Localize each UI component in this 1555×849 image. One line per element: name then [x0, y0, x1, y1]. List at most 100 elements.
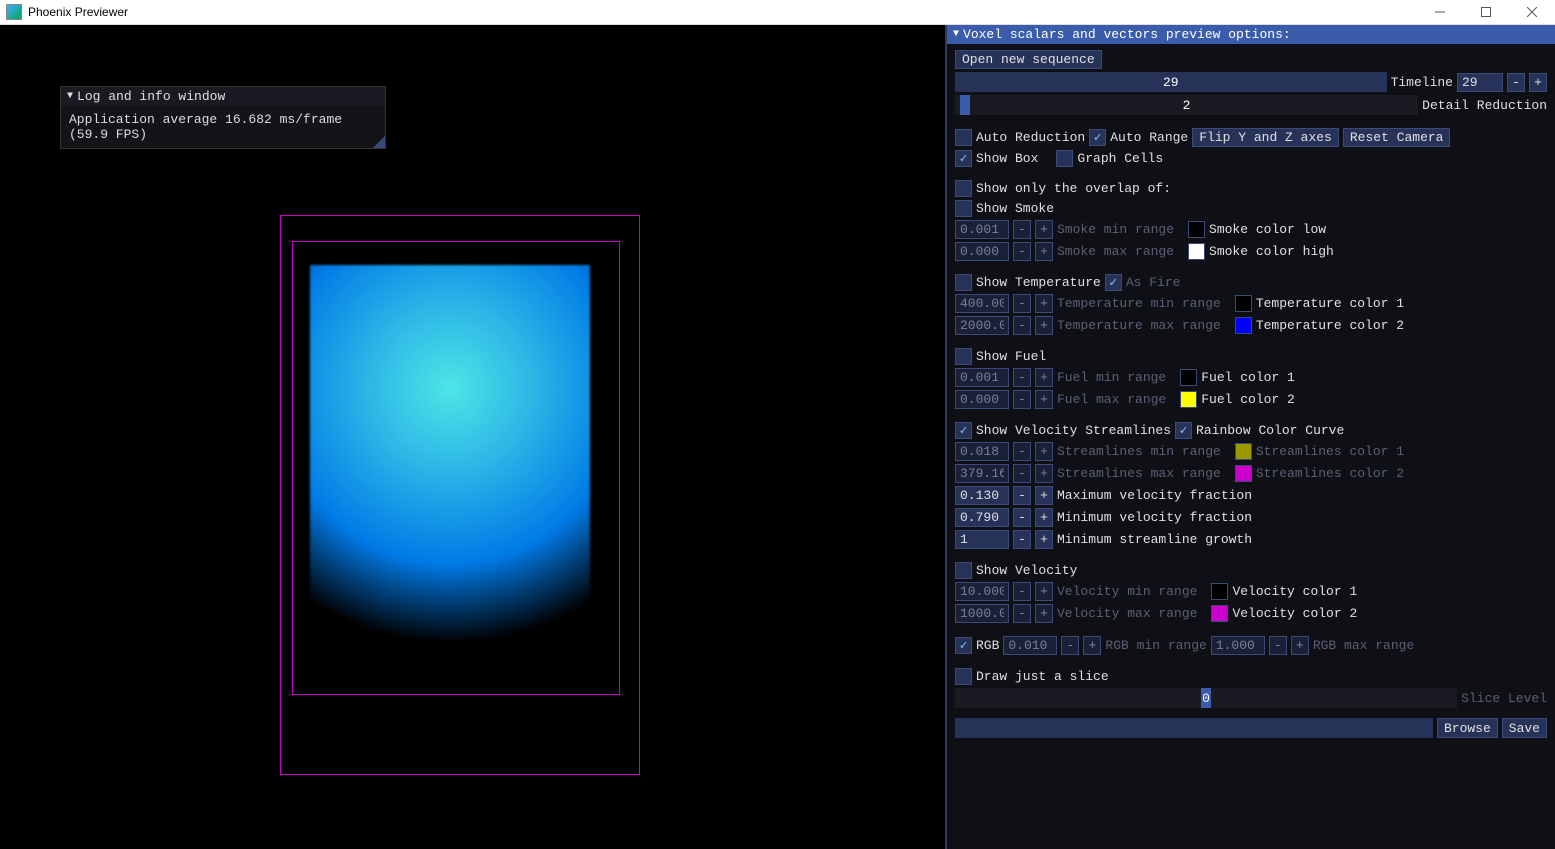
vel-min-input[interactable] — [955, 582, 1009, 601]
vel-min-minus[interactable]: - — [1013, 582, 1031, 601]
app-icon — [6, 4, 22, 20]
vel-color1-swatch[interactable] — [1211, 583, 1228, 600]
reset-camera-button[interactable]: Reset Camera — [1343, 128, 1451, 147]
rgb-min-plus[interactable]: + — [1083, 636, 1101, 655]
max-vel-frac-input[interactable] — [955, 486, 1009, 505]
rgb-max-plus[interactable]: + — [1291, 636, 1309, 655]
vel-max-minus[interactable]: - — [1013, 604, 1031, 623]
fuel-min-plus[interactable]: + — [1035, 368, 1053, 387]
temp-min-input[interactable] — [955, 294, 1009, 313]
rainbow-curve-checkbox[interactable] — [1175, 422, 1192, 439]
temp-color1-swatch[interactable] — [1235, 295, 1252, 312]
titlebar: Phoenix Previewer — [0, 0, 1555, 25]
timeline-input[interactable] — [1457, 73, 1503, 92]
min-vel-frac-plus[interactable]: + — [1035, 508, 1053, 527]
collapse-icon[interactable]: ▼ — [67, 91, 73, 102]
show-overlap-checkbox[interactable] — [955, 180, 972, 197]
resize-grip[interactable] — [373, 136, 385, 148]
fuel-max-plus[interactable]: + — [1035, 390, 1053, 409]
smoke-max-minus[interactable]: - — [1013, 242, 1031, 261]
timeline-plus[interactable]: + — [1529, 73, 1547, 92]
vel-max-plus[interactable]: + — [1035, 604, 1053, 623]
open-sequence-button[interactable]: Open new sequence — [955, 50, 1102, 69]
rgb-checkbox[interactable] — [955, 637, 972, 654]
auto-reduction-checkbox[interactable] — [955, 129, 972, 146]
vel-min-plus[interactable]: + — [1035, 582, 1053, 601]
smoke-max-plus[interactable]: + — [1035, 242, 1053, 261]
stream-min-plus[interactable]: + — [1035, 442, 1053, 461]
temp-min-minus[interactable]: - — [1013, 294, 1031, 313]
render-preview — [280, 215, 640, 775]
slice-level-slider[interactable]: 0 — [955, 688, 1457, 708]
log-window[interactable]: ▼ Log and info window Application averag… — [60, 86, 386, 149]
panel-header[interactable]: ▼ Voxel scalars and vectors preview opti… — [947, 25, 1555, 44]
smoke-min-plus[interactable]: + — [1035, 220, 1053, 239]
max-vel-frac-plus[interactable]: + — [1035, 486, 1053, 505]
as-fire-checkbox[interactable] — [1105, 274, 1122, 291]
temp-max-input[interactable] — [955, 316, 1009, 335]
smoke-color-low-swatch[interactable] — [1188, 221, 1205, 238]
fuel-color1-swatch[interactable] — [1180, 369, 1197, 386]
stream-min-minus[interactable]: - — [1013, 442, 1031, 461]
fuel-max-minus[interactable]: - — [1013, 390, 1031, 409]
minimize-button[interactable] — [1417, 0, 1463, 25]
temp-color2-swatch[interactable] — [1235, 317, 1252, 334]
stream-max-minus[interactable]: - — [1013, 464, 1031, 483]
vel-color2-swatch[interactable] — [1211, 605, 1228, 622]
log-window-title: Log and info window — [77, 89, 225, 104]
log-window-header[interactable]: ▼ Log and info window — [61, 87, 385, 106]
collapse-icon[interactable]: ▼ — [953, 29, 959, 40]
min-vel-frac-minus[interactable]: - — [1013, 508, 1031, 527]
min-growth-plus[interactable]: + — [1035, 530, 1053, 549]
browse-button[interactable]: Browse — [1437, 718, 1498, 738]
max-vel-frac-minus[interactable]: - — [1013, 486, 1031, 505]
show-temperature-checkbox[interactable] — [955, 274, 972, 291]
stream-min-input[interactable] — [955, 442, 1009, 461]
temp-max-minus[interactable]: - — [1013, 316, 1031, 335]
stream-max-input[interactable] — [955, 464, 1009, 483]
rgb-min-minus[interactable]: - — [1061, 636, 1079, 655]
temp-min-plus[interactable]: + — [1035, 294, 1053, 313]
show-smoke-checkbox[interactable] — [955, 200, 972, 217]
detail-reduction-slider[interactable]: 2 — [955, 95, 1418, 115]
close-button[interactable] — [1509, 0, 1555, 25]
maximize-button[interactable] — [1463, 0, 1509, 25]
viewport-3d[interactable]: ▼ Log and info window Application averag… — [0, 25, 945, 849]
rgb-max-minus[interactable]: - — [1269, 636, 1287, 655]
temp-max-plus[interactable]: + — [1035, 316, 1053, 335]
stream-max-plus[interactable]: + — [1035, 464, 1053, 483]
timeline-minus[interactable]: - — [1507, 73, 1525, 92]
panel-title: Voxel scalars and vectors preview option… — [963, 27, 1291, 42]
min-vel-frac-input[interactable] — [955, 508, 1009, 527]
auto-range-checkbox[interactable] — [1089, 129, 1106, 146]
smoke-color-high-swatch[interactable] — [1188, 243, 1205, 260]
stream-color2-swatch[interactable] — [1235, 465, 1252, 482]
smoke-min-minus[interactable]: - — [1013, 220, 1031, 239]
detail-reduction-label: Detail Reduction — [1422, 98, 1547, 113]
min-growth-minus[interactable]: - — [1013, 530, 1031, 549]
show-streamlines-checkbox[interactable] — [955, 422, 972, 439]
timeline-slider[interactable]: 29 — [955, 72, 1387, 92]
save-button[interactable]: Save — [1502, 718, 1547, 738]
rgb-max-input[interactable] — [1211, 636, 1265, 655]
fuel-min-minus[interactable]: - — [1013, 368, 1031, 387]
rgb-min-input[interactable] — [1003, 636, 1057, 655]
fuel-max-input[interactable] — [955, 390, 1009, 409]
draw-slice-checkbox[interactable] — [955, 668, 972, 685]
log-text: Application average 16.682 ms/frame (59.… — [61, 106, 385, 148]
timeline-label: Timeline — [1391, 75, 1453, 90]
fuel-color2-swatch[interactable] — [1180, 391, 1197, 408]
show-velocity-checkbox[interactable] — [955, 562, 972, 579]
vel-max-input[interactable] — [955, 604, 1009, 623]
window-title: Phoenix Previewer — [28, 5, 128, 19]
graph-cells-checkbox[interactable] — [1056, 150, 1073, 167]
stream-color1-swatch[interactable] — [1235, 443, 1252, 460]
show-box-checkbox[interactable] — [955, 150, 972, 167]
show-fuel-checkbox[interactable] — [955, 348, 972, 365]
min-growth-input[interactable] — [955, 530, 1009, 549]
smoke-min-input[interactable] — [955, 220, 1009, 239]
path-input[interactable] — [955, 718, 1433, 738]
flip-yz-button[interactable]: Flip Y and Z axes — [1192, 128, 1339, 147]
fuel-min-input[interactable] — [955, 368, 1009, 387]
smoke-max-input[interactable] — [955, 242, 1009, 261]
